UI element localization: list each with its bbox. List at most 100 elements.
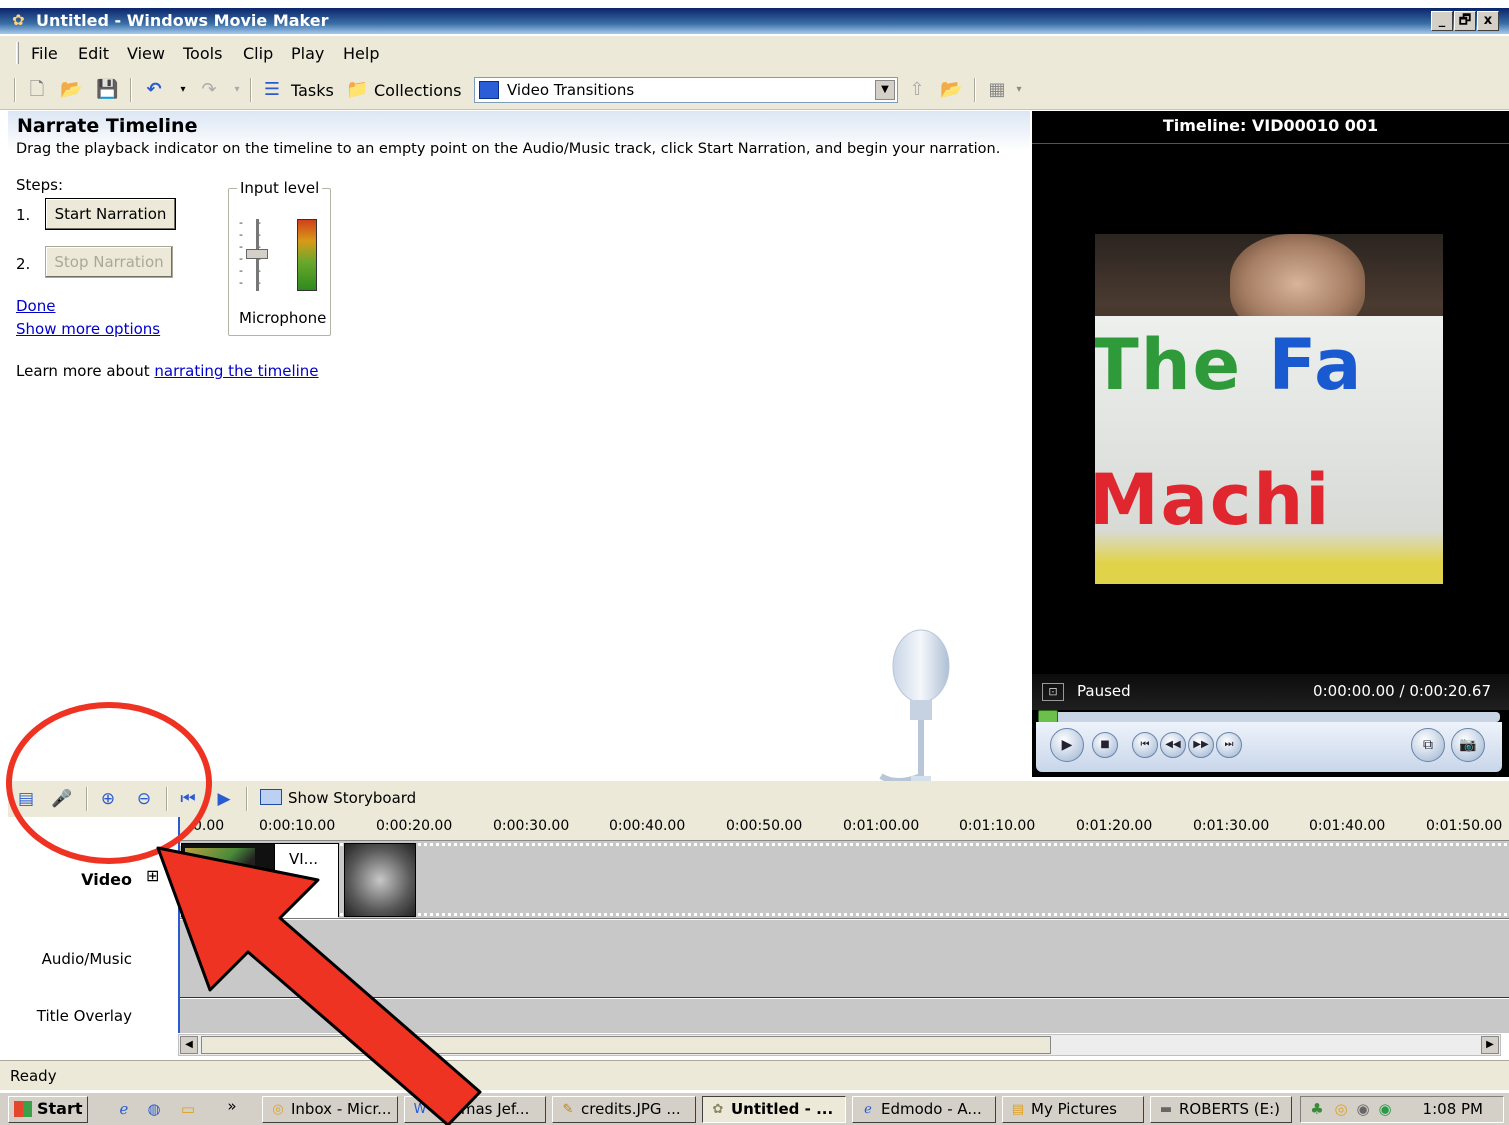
views-dropdown-icon[interactable]: ▾ — [1008, 79, 1030, 101]
views-icon[interactable]: ▦ — [986, 79, 1008, 101]
input-level-label: Input level — [237, 179, 323, 197]
take-picture-icon[interactable]: 📷 — [1451, 728, 1485, 762]
menu-clip[interactable]: Clip — [243, 44, 273, 63]
video-sign-text-line1: The Fa — [1095, 324, 1363, 406]
tasks-button[interactable]: Tasks — [291, 81, 334, 100]
start-label: Start — [37, 1099, 83, 1118]
show-storyboard-label: Show Storyboard — [288, 789, 417, 807]
input-level-slider[interactable] — [246, 249, 268, 259]
ie-icon: ℯ — [864, 1102, 872, 1117]
playback-time: 0:00:00.00 / 0:00:20.67 — [1313, 682, 1491, 700]
collections-dropdown[interactable]: Video Transitions ▼ — [474, 77, 898, 103]
ruler-tick: 0:00:40.00 — [609, 818, 686, 834]
start-button[interactable]: Start — [8, 1096, 88, 1123]
collections-icon[interactable]: 📁 — [346, 79, 368, 101]
step-1-number: 1. — [16, 206, 31, 224]
tray-icon[interactable]: ◉ — [1375, 1099, 1395, 1119]
tray-icon[interactable]: ◎ — [1331, 1099, 1351, 1119]
stop-narration-button[interactable]: Stop Narration — [45, 246, 173, 278]
sign-word-blue: Fa — [1268, 324, 1364, 406]
menu-view[interactable]: View — [127, 44, 165, 63]
undo-dropdown-icon[interactable]: ▾ — [172, 79, 194, 101]
tray-icon[interactable]: ♣ — [1307, 1099, 1327, 1119]
folder-icon: ▤ — [1011, 1102, 1025, 1117]
image-icon: ✎ — [562, 1102, 574, 1117]
windows-logo-icon — [14, 1101, 32, 1117]
rewind-icon[interactable]: ◀◀ — [1160, 732, 1186, 758]
redo-dropdown-icon[interactable]: ▾ — [226, 79, 248, 101]
dropdown-value: Video Transitions — [507, 81, 635, 99]
taskbar-item-untitled[interactable]: ✿ Untitled - ... — [702, 1096, 846, 1123]
previous-frame-icon[interactable]: ⏮ — [1132, 732, 1158, 758]
menu-help[interactable]: Help — [343, 44, 379, 63]
learn-more: Learn more about narrating the timeline — [16, 362, 319, 380]
split-clip-icon[interactable]: ⧉ — [1411, 728, 1445, 762]
ruler-tick: 0:01:00.00 — [843, 818, 920, 834]
chevron-down-icon[interactable]: ▼ — [875, 80, 895, 100]
redo-icon[interactable]: ↷ — [198, 79, 220, 101]
taskbar-item-roberts-drive[interactable]: ▬ ROBERTS (E:) — [1150, 1096, 1292, 1123]
done-link[interactable]: Done — [16, 297, 55, 315]
tray-icon[interactable]: ◉ — [1353, 1099, 1373, 1119]
menu-tools[interactable]: Tools — [183, 44, 222, 63]
moviemaker-icon: ✿ — [12, 11, 25, 29]
open-project-icon[interactable]: 📂 — [60, 79, 82, 101]
title-bar: ✿ Untitled - Windows Movie Maker _ 🗗 x — [0, 8, 1509, 34]
audio-track-label: Audio/Music — [41, 950, 132, 968]
ruler-tick: 0:00:30.00 — [493, 818, 570, 834]
playback-status: Paused — [1077, 682, 1131, 700]
toolbar-separator — [14, 78, 16, 102]
timeline-separator — [246, 787, 248, 811]
play-timeline-icon[interactable]: ▶ — [212, 787, 236, 811]
menu-play[interactable]: Play — [291, 44, 324, 63]
sign-word-green: The — [1095, 324, 1269, 406]
preview-video-frame: The Fa Machi — [1095, 234, 1443, 584]
start-narration-button[interactable]: Start Narration — [45, 198, 176, 230]
taskbar-item-edmodo[interactable]: ℯ Edmodo - A... — [852, 1096, 996, 1123]
collections-button[interactable]: Collections — [374, 81, 461, 100]
close-button[interactable]: x — [1477, 11, 1499, 31]
task-title: Narrate Timeline — [17, 115, 198, 137]
microphone-label: Microphone — [239, 309, 327, 327]
menu-grip — [16, 42, 19, 64]
system-tray: ♣ ◎ ◉ ◉ 1:08 PM — [1300, 1096, 1504, 1123]
show-storyboard-button[interactable]: Show Storyboard — [260, 789, 416, 807]
menu-file[interactable]: File — [31, 44, 58, 63]
ruler-tick: 0:01:40.00 — [1309, 818, 1386, 834]
annotation-arrow — [156, 846, 482, 1125]
narrating-timeline-link[interactable]: narrating the timeline — [154, 362, 318, 380]
tasks-icon[interactable]: ☰ — [261, 79, 283, 101]
ie-icon[interactable]: ℯ — [114, 1099, 134, 1119]
scroll-right-icon[interactable]: ▶ — [1481, 1036, 1499, 1054]
seek-bar[interactable] — [1038, 710, 1500, 724]
taskbar-item-label: My Pictures — [1031, 1100, 1117, 1118]
menu-edit[interactable]: Edit — [78, 44, 109, 63]
ruler-tick: 0:01:30.00 — [1193, 818, 1270, 834]
new-collection-icon[interactable]: 📂 — [940, 79, 962, 101]
play-icon[interactable]: ▶ — [1050, 728, 1084, 762]
level-meter — [297, 219, 317, 291]
window-title: Untitled - Windows Movie Maker — [36, 11, 329, 30]
clock: 1:08 PM — [1422, 1100, 1483, 1118]
save-icon[interactable]: 💾 — [96, 79, 118, 101]
minimize-button[interactable]: _ — [1431, 11, 1453, 31]
transition-icon — [479, 81, 499, 99]
preview-status-bar: ⊡ Paused 0:00:00.00 / 0:00:20.67 — [1032, 674, 1509, 710]
fullscreen-icon[interactable]: ⊡ — [1042, 683, 1064, 701]
maximize-button[interactable]: 🗗 — [1454, 11, 1476, 31]
timeline-ruler[interactable]: 0.00 0:00:10.00 0:00:20.00 0:00:30.00 0:… — [178, 817, 1509, 841]
toolbar-separator — [974, 78, 976, 102]
undo-icon[interactable]: ↶ — [143, 79, 165, 101]
task-description: Drag the playback indicator on the timel… — [16, 141, 1001, 157]
up-icon[interactable]: ⇧ — [906, 79, 928, 101]
fast-forward-icon[interactable]: ▶▶ — [1188, 732, 1214, 758]
ruler-tick: 0:01:20.00 — [1076, 818, 1153, 834]
show-more-options-link[interactable]: Show more options — [16, 320, 160, 338]
next-frame-icon[interactable]: ⏭ — [1216, 732, 1242, 758]
stop-icon[interactable]: ■ — [1092, 732, 1118, 758]
taskbar-item-my-pictures[interactable]: ▤ My Pictures — [1002, 1096, 1144, 1123]
toolbar-separator — [130, 78, 132, 102]
taskbar-item-credits[interactable]: ✎ credits.JPG ... — [552, 1096, 696, 1123]
new-project-icon[interactable]: 🗋 — [26, 79, 48, 101]
ruler-tick: 0:00:10.00 — [259, 818, 336, 834]
